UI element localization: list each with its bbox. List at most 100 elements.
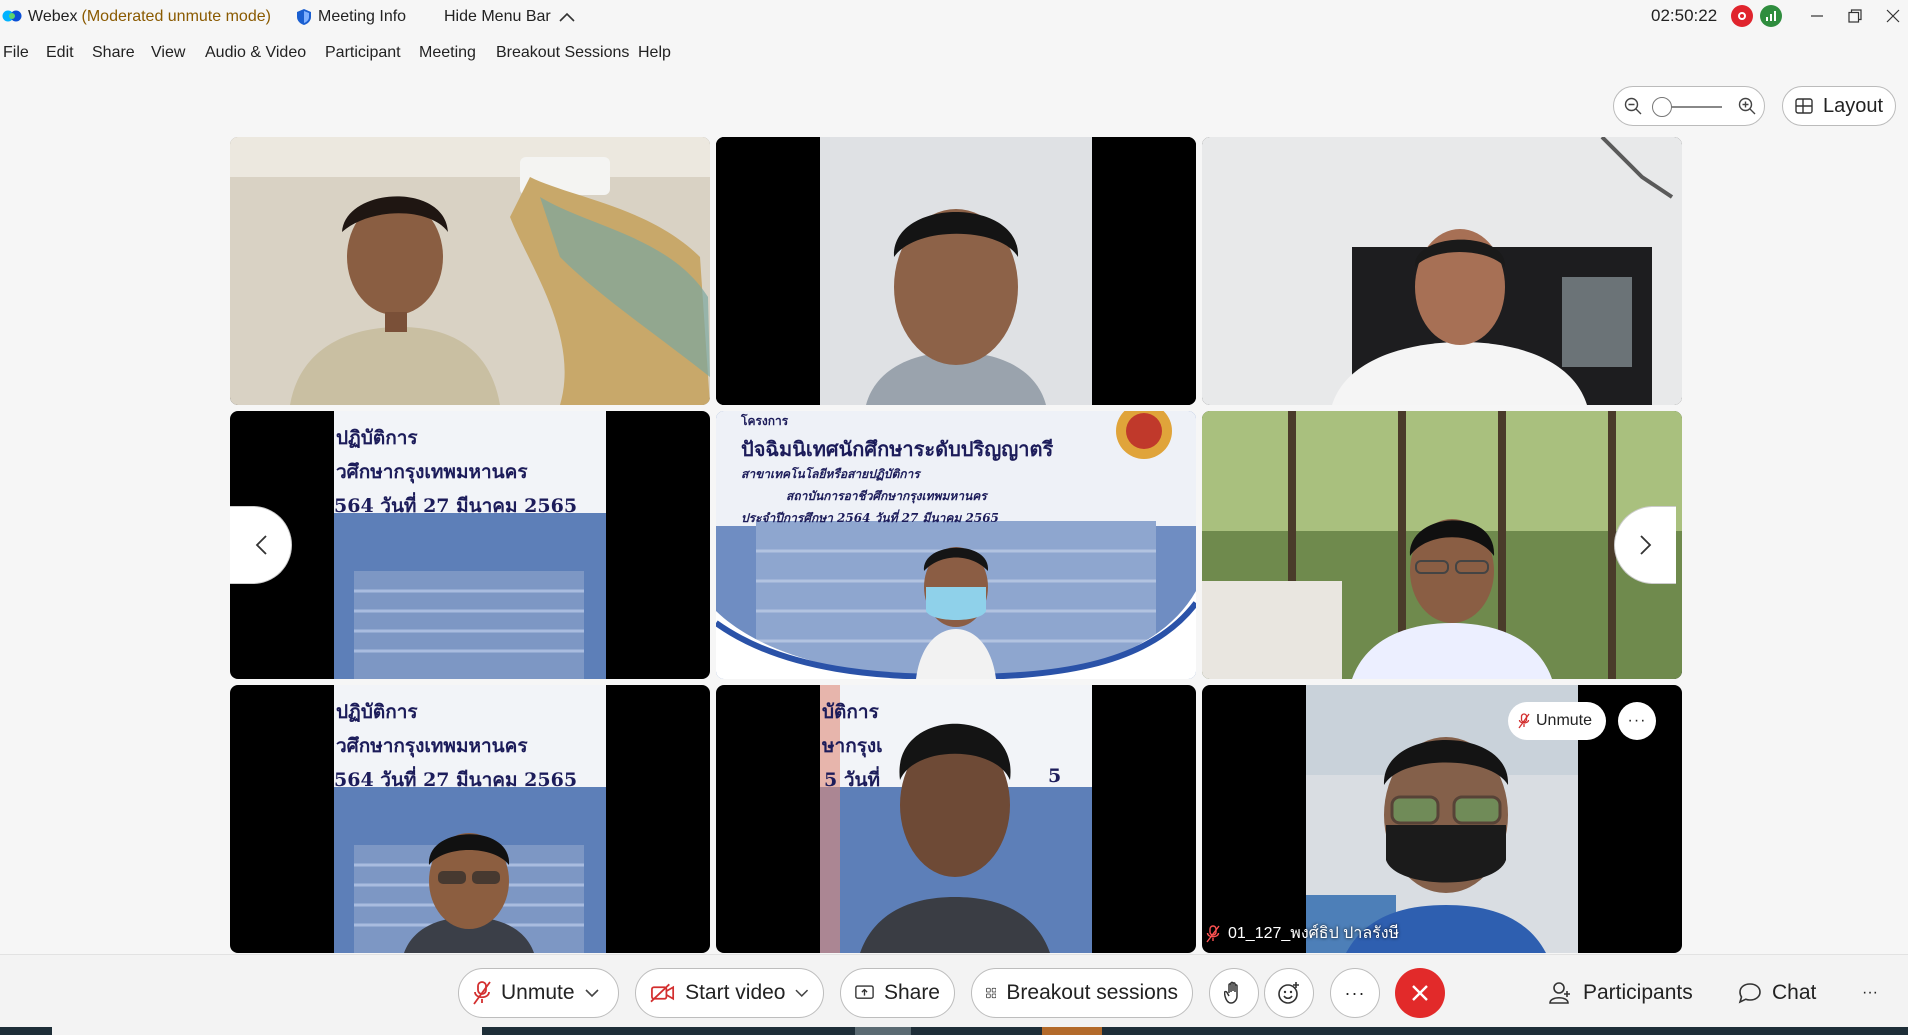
breakout-sessions-button[interactable]: Breakout sessions bbox=[971, 968, 1193, 1018]
more-icon: ··· bbox=[1344, 982, 1366, 1003]
chevron-up-icon bbox=[559, 12, 575, 22]
chevron-down-icon[interactable] bbox=[795, 989, 809, 998]
taskbar-strip bbox=[0, 1027, 1908, 1035]
menu-help[interactable]: Help bbox=[638, 44, 671, 62]
share-screen-icon bbox=[855, 985, 874, 999]
slide-text-line: 564 วันที่ 27 มีนาคม 2565 bbox=[334, 769, 578, 791]
participant-name: 01_127_พงศ์ธิป ปาลรังษี bbox=[1228, 925, 1400, 942]
layout-grid-icon bbox=[1795, 98, 1813, 114]
chevron-down-icon[interactable] bbox=[584, 988, 599, 998]
leave-meeting-button[interactable] bbox=[1395, 968, 1445, 1018]
slide-title: ปัจฉิมนิเทศนักศึกษาระดับปริญญาตรี bbox=[741, 437, 1054, 461]
tile-more-options-button[interactable]: ··· bbox=[1618, 702, 1656, 740]
layout-button[interactable]: Layout bbox=[1782, 86, 1896, 126]
meeting-controls-bar: Unmute Start video Share Breakout sessio… bbox=[0, 954, 1908, 1027]
signal-bars-icon bbox=[1766, 11, 1776, 21]
slide-text-line: วศึกษากรุงเทพมหานคร bbox=[336, 735, 528, 757]
muted-mic-icon bbox=[473, 981, 491, 1005]
reactions-button[interactable] bbox=[1264, 968, 1314, 1018]
breakout-sessions-label: Breakout sessions bbox=[1006, 981, 1178, 1004]
share-button[interactable]: Share bbox=[840, 968, 955, 1018]
meeting-mode: (Moderated unmute mode) bbox=[81, 8, 271, 25]
slide-text-line: 5 bbox=[1048, 765, 1062, 787]
slide-text-line: 564 วันที่ 27 มีนาคม 2565 bbox=[334, 495, 578, 517]
more-icon: ··· bbox=[1627, 712, 1647, 729]
menu-meeting[interactable]: Meeting bbox=[419, 44, 476, 62]
video-grid: ปฏิบัติการ วศึกษากรุงเทพมหานคร 564 วันที… bbox=[230, 137, 1682, 953]
close-icon bbox=[1412, 985, 1428, 1001]
title-bar: Webex (Moderated unmute mode) Meeting Inf… bbox=[0, 0, 1908, 34]
panel-overflow-button[interactable]: ··· bbox=[1862, 968, 1878, 1018]
participant-video-3 bbox=[1202, 137, 1682, 405]
participant-video-8: บัติการ ษากรุงเ 5 วันที่ 5 bbox=[820, 685, 1092, 953]
participant-video-1 bbox=[230, 137, 710, 405]
video-tile-6[interactable] bbox=[1202, 411, 1682, 679]
video-tile-8[interactable]: บัติการ ษากรุงเ 5 วันที่ 5 bbox=[716, 685, 1196, 953]
taskbar-segment bbox=[52, 1027, 482, 1035]
video-tile-5[interactable]: โครงการ ปัจฉิมนิเทศนักศึกษาระดับปริญญาตร… bbox=[716, 411, 1196, 679]
slide-text-line: ประจำปีการศึกษา 2564 วันที่ 27 มีนาคม 25… bbox=[741, 511, 999, 525]
slide-text-line: บัติการ bbox=[822, 701, 879, 723]
zoom-in-icon[interactable] bbox=[1738, 97, 1756, 115]
menu-view[interactable]: View bbox=[151, 44, 185, 62]
muted-mic-icon bbox=[1518, 713, 1530, 729]
muted-mic-icon bbox=[1206, 924, 1220, 942]
zoom-slider-handle[interactable] bbox=[1652, 97, 1672, 117]
recording-icon[interactable] bbox=[1731, 5, 1753, 27]
meeting-info-button[interactable]: Meeting Info bbox=[293, 6, 410, 28]
start-video-button[interactable]: Start video bbox=[635, 968, 824, 1018]
zoom-out-icon[interactable] bbox=[1624, 97, 1642, 115]
participants-icon bbox=[1549, 982, 1570, 1004]
participant-video-7: ปฏิบัติการ วศึกษากรุงเทพมหานคร 564 วันที… bbox=[334, 685, 606, 953]
video-zoom-control[interactable] bbox=[1613, 86, 1765, 126]
participant-video-2 bbox=[716, 137, 1196, 405]
raise-hand-icon bbox=[1224, 981, 1238, 1004]
meeting-clock: 02:50:22 bbox=[1651, 6, 1718, 25]
participants-button[interactable]: Participants bbox=[1549, 968, 1693, 1018]
video-tile-3[interactable] bbox=[1202, 137, 1682, 405]
video-tile-9[interactable] bbox=[1202, 685, 1682, 953]
breakout-icon bbox=[986, 987, 997, 999]
hide-menu-bar-label: Hide Menu Bar bbox=[444, 8, 551, 25]
menu-breakout-sessions[interactable]: Breakout Sessions bbox=[496, 44, 629, 62]
slide-text-line: 5 วันที่ bbox=[824, 769, 881, 791]
chat-button[interactable]: Chat bbox=[1738, 968, 1816, 1018]
taskbar-segment bbox=[1042, 1027, 1102, 1035]
menu-participant[interactable]: Participant bbox=[325, 44, 401, 62]
close-window-button[interactable] bbox=[1873, 2, 1908, 30]
menu-share[interactable]: Share bbox=[92, 44, 135, 62]
participant-video-6 bbox=[1202, 411, 1682, 679]
slide-text-line: ษากรุงเ bbox=[822, 735, 883, 757]
tile-unmute-label: Unmute bbox=[1536, 712, 1593, 729]
slide-text-line: วศึกษากรุงเทพมหานคร bbox=[336, 461, 528, 483]
menu-file[interactable]: File bbox=[3, 44, 29, 62]
restore-button[interactable] bbox=[1835, 2, 1875, 30]
layout-label: Layout bbox=[1823, 94, 1884, 117]
raise-hand-button[interactable] bbox=[1209, 968, 1259, 1018]
video-tile-2[interactable] bbox=[716, 137, 1196, 405]
chevron-left-icon bbox=[255, 535, 267, 555]
menu-audio-video[interactable]: Audio & Video bbox=[205, 44, 306, 62]
video-tile-1[interactable] bbox=[230, 137, 710, 405]
minimize-icon bbox=[1811, 15, 1823, 17]
shield-icon bbox=[297, 9, 311, 25]
video-tile-4[interactable]: ปฏิบัติการ วศึกษากรุงเทพมหานคร 564 วันที… bbox=[230, 411, 710, 679]
network-health-icon[interactable] bbox=[1760, 5, 1782, 27]
menu-edit[interactable]: Edit bbox=[46, 44, 74, 62]
tile-unmute-button[interactable]: Unmute bbox=[1508, 702, 1607, 740]
slide-text-line: ปฏิบัติการ bbox=[336, 701, 418, 723]
close-icon bbox=[1886, 9, 1900, 23]
hide-menu-bar-button[interactable]: Hide Menu Bar bbox=[440, 6, 579, 28]
minimize-button[interactable] bbox=[1797, 2, 1837, 30]
slide-text-line: โครงการ bbox=[741, 414, 789, 428]
participants-label: Participants bbox=[1583, 981, 1693, 1004]
participant-name-label: 01_127_พงศ์ธิป ปาลรังษี bbox=[1206, 921, 1399, 946]
more-options-button[interactable]: ··· bbox=[1330, 968, 1380, 1018]
restore-icon bbox=[1848, 9, 1862, 23]
window-title: Webex (Moderated unmute mode) bbox=[28, 8, 271, 26]
app-name: Webex bbox=[28, 8, 78, 25]
more-icon: ··· bbox=[1862, 984, 1878, 1001]
unmute-button[interactable]: Unmute bbox=[458, 968, 619, 1018]
video-tile-7[interactable]: ปฏิบัติการ วศึกษากรุงเทพมหานคร 564 วันที… bbox=[230, 685, 710, 953]
slide-text-line: สาขาเทคโนโลยีหรือสายปฏิบัติการ bbox=[741, 467, 920, 481]
